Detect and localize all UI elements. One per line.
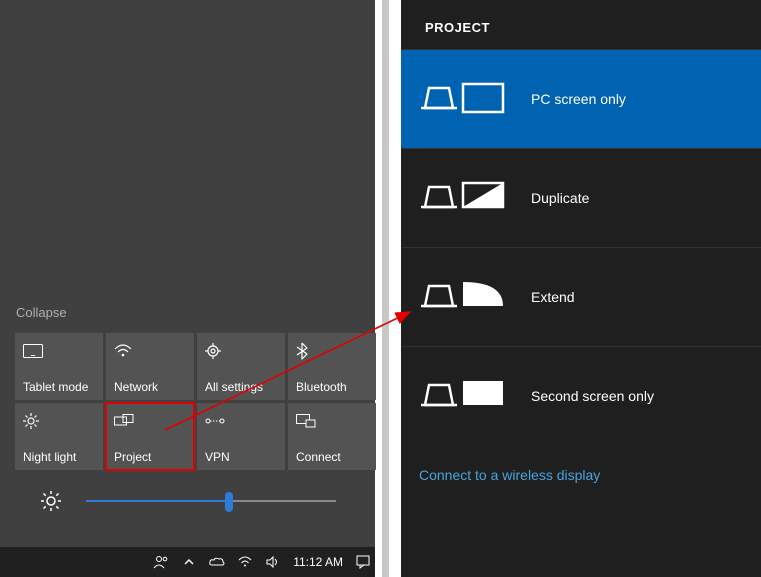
quick-actions-grid: Tablet mode Network All settings Bluetoo… (15, 333, 376, 470)
vpn-icon (205, 413, 225, 429)
tile-all-settings[interactable]: All settings (197, 333, 285, 400)
project-option-label: Second screen only (531, 388, 654, 404)
collapse-link[interactable]: Collapse (16, 305, 67, 320)
people-icon[interactable] (153, 554, 169, 570)
tile-label: Night light (23, 450, 76, 464)
pc-only-icon (419, 78, 509, 120)
brightness-icon (40, 490, 62, 512)
project-icon (114, 413, 134, 429)
connect-icon (296, 413, 316, 429)
tile-project[interactable]: Project (106, 403, 194, 470)
project-option-label: PC screen only (531, 91, 626, 107)
wifi-icon (114, 343, 134, 359)
tile-night-light[interactable]: Night light (15, 403, 103, 470)
tile-label: Connect (296, 450, 341, 464)
brightness-slider[interactable] (86, 500, 336, 502)
action-center-icon[interactable] (355, 554, 371, 570)
tile-label: Tablet mode (23, 380, 88, 394)
tray-chevron-icon[interactable] (181, 554, 197, 570)
tablet-icon (23, 343, 43, 359)
tile-label: Bluetooth (296, 380, 347, 394)
gear-icon (205, 343, 225, 359)
tile-network[interactable]: Network (106, 333, 194, 400)
tile-tablet-mode[interactable]: Tablet mode (15, 333, 103, 400)
tile-bluetooth[interactable]: Bluetooth (288, 333, 376, 400)
brightness-slider-row (40, 490, 336, 512)
project-panel-title: PROJECT (401, 0, 761, 49)
project-panel: PROJECT PC screen only Duplicate (401, 0, 761, 577)
slider-fill (86, 500, 229, 502)
second-only-icon (419, 375, 509, 417)
connect-wireless-display-link[interactable]: Connect to a wireless display (401, 445, 761, 505)
project-option-pc-only[interactable]: PC screen only (401, 49, 761, 148)
duplicate-icon (419, 177, 509, 219)
volume-icon[interactable] (265, 554, 281, 570)
project-option-extend[interactable]: Extend (401, 247, 761, 346)
project-option-duplicate[interactable]: Duplicate (401, 148, 761, 247)
tile-label: VPN (205, 450, 230, 464)
taskbar-clock[interactable]: 11:12 AM (293, 555, 343, 569)
sun-icon (23, 413, 43, 429)
taskbar: 11:12 AM (0, 547, 375, 577)
bluetooth-icon (296, 343, 316, 359)
onedrive-icon[interactable] (209, 554, 225, 570)
wifi-tray-icon[interactable] (237, 554, 253, 570)
project-option-label: Duplicate (531, 190, 589, 206)
tile-label: Network (114, 380, 158, 394)
tile-label: All settings (205, 380, 263, 394)
tile-vpn[interactable]: VPN (197, 403, 285, 470)
action-center-panel: Collapse Tablet mode Network All setting… (0, 0, 375, 577)
panel-divider (375, 0, 401, 577)
project-option-label: Extend (531, 289, 575, 305)
tile-connect[interactable]: Connect (288, 403, 376, 470)
tile-label: Project (114, 450, 151, 464)
project-option-second-only[interactable]: Second screen only (401, 346, 761, 445)
slider-thumb[interactable] (225, 492, 233, 512)
extend-icon (419, 276, 509, 318)
